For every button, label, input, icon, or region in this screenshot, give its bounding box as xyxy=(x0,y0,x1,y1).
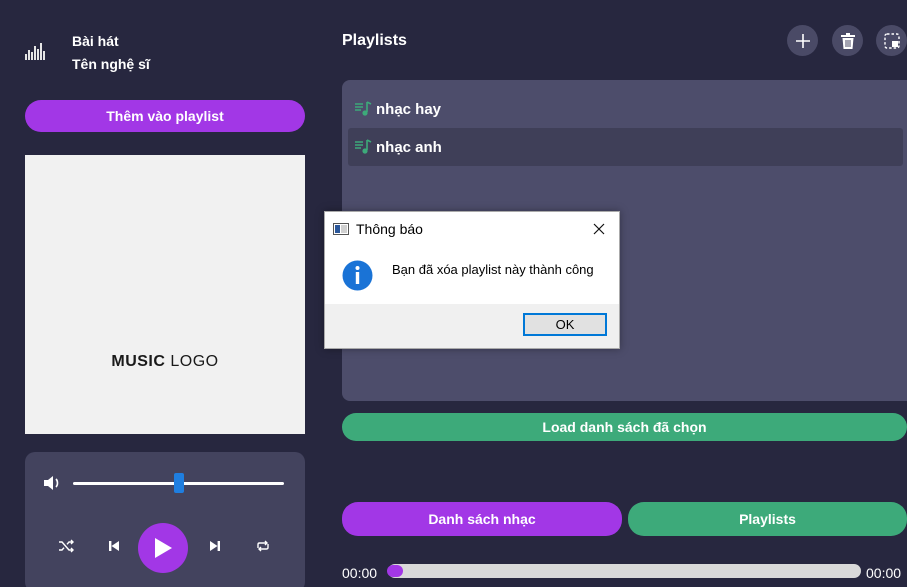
dialog-close-button[interactable] xyxy=(585,216,613,242)
progress-bar[interactable] xyxy=(387,564,861,578)
playlist-item[interactable]: nhạc anh xyxy=(348,128,903,166)
info-icon xyxy=(342,260,373,291)
load-selected-button[interactable]: Load danh sách đã chọn xyxy=(342,413,907,441)
repeat-icon xyxy=(257,540,269,552)
playlist-item-label: nhạc anh xyxy=(376,138,442,156)
play-icon xyxy=(155,538,172,558)
next-button[interactable] xyxy=(193,524,237,568)
progress-thumb[interactable] xyxy=(387,565,403,577)
playlists-heading: Playlists xyxy=(342,32,407,49)
previous-icon xyxy=(109,541,119,551)
previous-button[interactable] xyxy=(92,524,136,568)
ok-button[interactable]: OK xyxy=(523,313,607,336)
shuffle-button[interactable] xyxy=(44,524,88,568)
select-icon xyxy=(883,32,900,49)
playlist-item[interactable]: nhạc hay xyxy=(348,90,903,128)
playlist-item-label: nhạc hay xyxy=(376,100,442,118)
next-icon xyxy=(210,541,220,551)
current-time: 00:00 xyxy=(342,565,378,581)
song-list-tab[interactable]: Danh sách nhạc xyxy=(342,502,622,536)
window-icon xyxy=(333,223,349,235)
heart-logo-icon xyxy=(107,209,219,331)
album-art: MUSIC LOGO xyxy=(25,155,305,434)
music-note-icon xyxy=(355,139,372,154)
volume-icon[interactable] xyxy=(43,474,63,492)
close-icon xyxy=(593,223,605,235)
total-time: 00:00 xyxy=(866,565,902,581)
shuffle-icon xyxy=(59,539,74,553)
select-playlist-button[interactable] xyxy=(876,25,907,56)
trash-icon xyxy=(840,32,855,49)
notification-dialog: Thông báo Bạn đã xóa playlist này thành … xyxy=(324,211,620,349)
add-to-playlist-button[interactable]: Thêm vào playlist xyxy=(25,100,305,132)
player-controls xyxy=(25,452,305,587)
song-title: Bài hát xyxy=(72,33,119,49)
music-note-icon xyxy=(355,101,372,116)
volume-thumb[interactable] xyxy=(173,473,184,493)
repeat-button[interactable] xyxy=(241,524,285,568)
add-playlist-button[interactable] xyxy=(787,25,818,56)
dialog-message: Bạn đã xóa playlist này thành công xyxy=(392,262,594,277)
logo-text: MUSIC LOGO xyxy=(111,353,219,370)
plus-icon xyxy=(795,33,810,48)
dialog-title-bar[interactable]: Thông báo xyxy=(325,212,619,245)
song-artist: Tên nghệ sĩ xyxy=(72,56,150,72)
play-button[interactable] xyxy=(138,523,188,573)
playlists-tab[interactable]: Playlists xyxy=(628,502,907,536)
dialog-title: Thông báo xyxy=(356,221,423,237)
equalizer-icon xyxy=(25,43,45,60)
dialog-footer: OK xyxy=(325,304,619,348)
delete-playlist-button[interactable] xyxy=(832,25,863,56)
